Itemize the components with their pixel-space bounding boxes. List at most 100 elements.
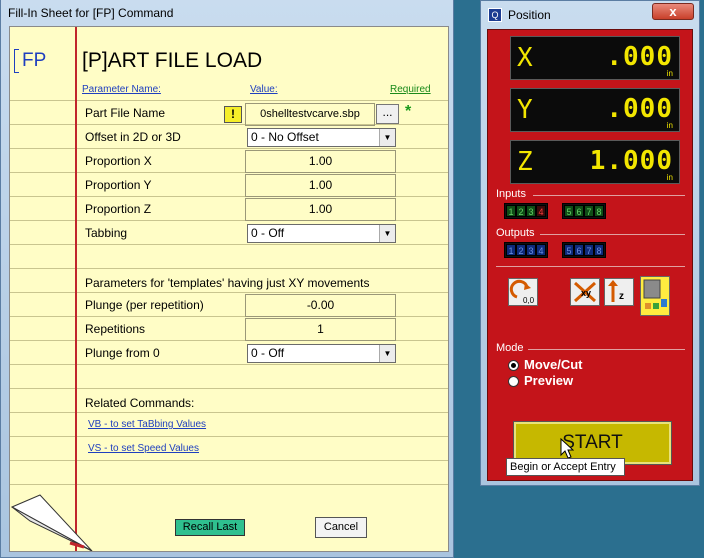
plunge-from-0-select[interactable]: 0 - Off ▼ <box>247 344 396 363</box>
position-window: Q Position x X .000 in Y .000 in Z 1.000… <box>480 0 700 486</box>
plunge-input[interactable]: -0.00 <box>245 294 396 317</box>
templates-note: Parameters for 'templates' having just X… <box>85 276 370 290</box>
tabbing-select-value: 0 - Off <box>251 226 285 240</box>
proportion-x-input[interactable]: 1.00 <box>245 150 396 173</box>
part-file-input[interactable]: 0shelltestvcarve.sbp <box>245 103 375 126</box>
input-led-7: 7 <box>584 205 594 217</box>
zero-xy-button[interactable]: xy <box>570 278 600 306</box>
link-vs[interactable]: VS - to set Speed Values <box>88 443 199 454</box>
output-led-5: 5 <box>564 244 574 256</box>
required-star-icon: * <box>405 103 412 120</box>
param-label-proportion-z: Proportion Z <box>85 202 152 216</box>
input-led-3: 3 <box>526 205 536 217</box>
param-label-offset: Offset in 2D or 3D <box>85 130 181 144</box>
axis-unit-x: in <box>666 69 673 78</box>
output-led-2: 2 <box>516 244 526 256</box>
svg-text:0,0: 0,0 <box>523 296 535 305</box>
repetitions-input[interactable]: 1 <box>245 318 396 341</box>
dro-x: X .000 in <box>510 36 680 80</box>
mode-preview-radio[interactable] <box>508 376 519 387</box>
mode-move-cut-radio[interactable] <box>508 360 519 371</box>
tabbing-select[interactable]: 0 - Off ▼ <box>247 224 396 243</box>
chevron-down-icon[interactable]: ▼ <box>379 345 395 362</box>
divider <box>533 195 685 196</box>
param-label-repetitions: Repetitions <box>85 322 146 336</box>
command-code-badge: FP <box>14 47 64 75</box>
command-code: FP <box>22 50 47 71</box>
inputs-label: Inputs <box>496 188 526 200</box>
proportion-z-input[interactable]: 1.00 <box>245 198 396 221</box>
param-label-plunge-from-0: Plunge from 0 <box>85 346 160 360</box>
inputs-led-group-b: 5 6 7 8 <box>562 203 606 219</box>
divider <box>528 349 685 350</box>
zero-all-button[interactable]: 0,0 <box>508 278 538 306</box>
fill-in-sheet: FP [P]ART FILE LOAD Parameter Name: Valu… <box>9 26 449 552</box>
zero-z-icon: z <box>608 280 624 302</box>
output-led-3: 3 <box>526 244 536 256</box>
browse-button[interactable]: ... <box>376 104 399 124</box>
link-vb[interactable]: VB - to set TaBbing Values <box>88 419 206 430</box>
input-led-4: 4 <box>536 205 546 217</box>
page-title: [P]ART FILE LOAD <box>82 49 263 72</box>
param-label-part-file: Part File Name <box>85 106 166 120</box>
outputs-label: Outputs <box>496 227 535 239</box>
axis-label-z: Z <box>517 147 533 177</box>
keypad-button[interactable] <box>640 276 670 316</box>
chevron-down-icon[interactable]: ▼ <box>379 129 395 146</box>
start-tooltip: Begin or Accept Entry <box>506 458 625 476</box>
param-label-plunge: Plunge (per repetition) <box>85 298 204 312</box>
inputs-led-group-a: 1 2 3 4 <box>504 203 548 219</box>
output-led-7: 7 <box>584 244 594 256</box>
output-led-6: 6 <box>574 244 584 256</box>
close-button[interactable]: x <box>652 3 694 20</box>
mode-move-cut-label[interactable]: Move/Cut <box>524 357 583 372</box>
column-header-parameter: Parameter Name: <box>82 84 161 95</box>
keypad-icon <box>643 279 667 309</box>
chevron-down-icon[interactable]: ▼ <box>379 225 395 242</box>
axis-value-z: 1.000 <box>589 146 673 176</box>
param-label-proportion-x: Proportion X <box>85 154 152 168</box>
warning-icon[interactable]: ! <box>224 106 242 123</box>
app-icon: Q <box>488 8 502 22</box>
offset-select-value: 0 - No Offset <box>251 130 319 144</box>
offset-select[interactable]: 0 - No Offset ▼ <box>247 128 396 147</box>
mode-label: Mode <box>496 342 524 354</box>
param-label-tabbing: Tabbing <box>85 226 128 240</box>
position-titlebar[interactable]: Q Position x <box>481 1 699 29</box>
plunge-from-0-select-value: 0 - Off <box>251 346 285 360</box>
input-led-8: 8 <box>594 205 604 217</box>
cancel-button[interactable]: Cancel <box>315 517 367 538</box>
input-led-6: 6 <box>574 205 584 217</box>
related-commands-title: Related Commands: <box>85 396 195 410</box>
dro-z: Z 1.000 in <box>510 140 680 184</box>
output-led-1: 1 <box>506 244 516 256</box>
input-led-1: 1 <box>506 205 516 217</box>
output-led-8: 8 <box>594 244 604 256</box>
pen-icon <box>10 494 93 551</box>
outputs-led-group-a: 1 2 3 4 <box>504 242 548 258</box>
divider <box>496 266 685 267</box>
mode-preview-label[interactable]: Preview <box>524 373 573 388</box>
axis-label-x: X <box>517 43 533 73</box>
margin-line <box>75 27 77 551</box>
axis-unit-z: in <box>666 173 673 182</box>
zero-axes-icon: 0,0 <box>509 279 535 305</box>
param-label-proportion-y: Proportion Y <box>85 178 152 192</box>
axis-label-y: Y <box>517 95 533 125</box>
outputs-led-group-b: 5 6 7 8 <box>562 242 606 258</box>
input-led-2: 2 <box>516 205 526 217</box>
window-title: Position <box>508 8 551 22</box>
recall-last-button[interactable]: Recall Last <box>175 519 245 536</box>
fill-in-sheet-titlebar[interactable]: Fill-In Sheet for [FP] Command <box>1 0 453 26</box>
window-title: Fill-In Sheet for [FP] Command <box>8 6 174 20</box>
position-panel: X .000 in Y .000 in Z 1.000 in Inputs 1 … <box>487 29 693 481</box>
axis-value-x: .000 <box>606 42 673 72</box>
svg-text:xy: xy <box>581 288 591 298</box>
zero-z-button[interactable]: z <box>604 278 634 306</box>
column-header-value: Value: <box>250 84 278 95</box>
proportion-y-input[interactable]: 1.00 <box>245 174 396 197</box>
input-led-5: 5 <box>564 205 574 217</box>
dro-y: Y .000 in <box>510 88 680 132</box>
mouse-cursor-icon <box>560 438 574 459</box>
svg-text:z: z <box>619 291 624 302</box>
